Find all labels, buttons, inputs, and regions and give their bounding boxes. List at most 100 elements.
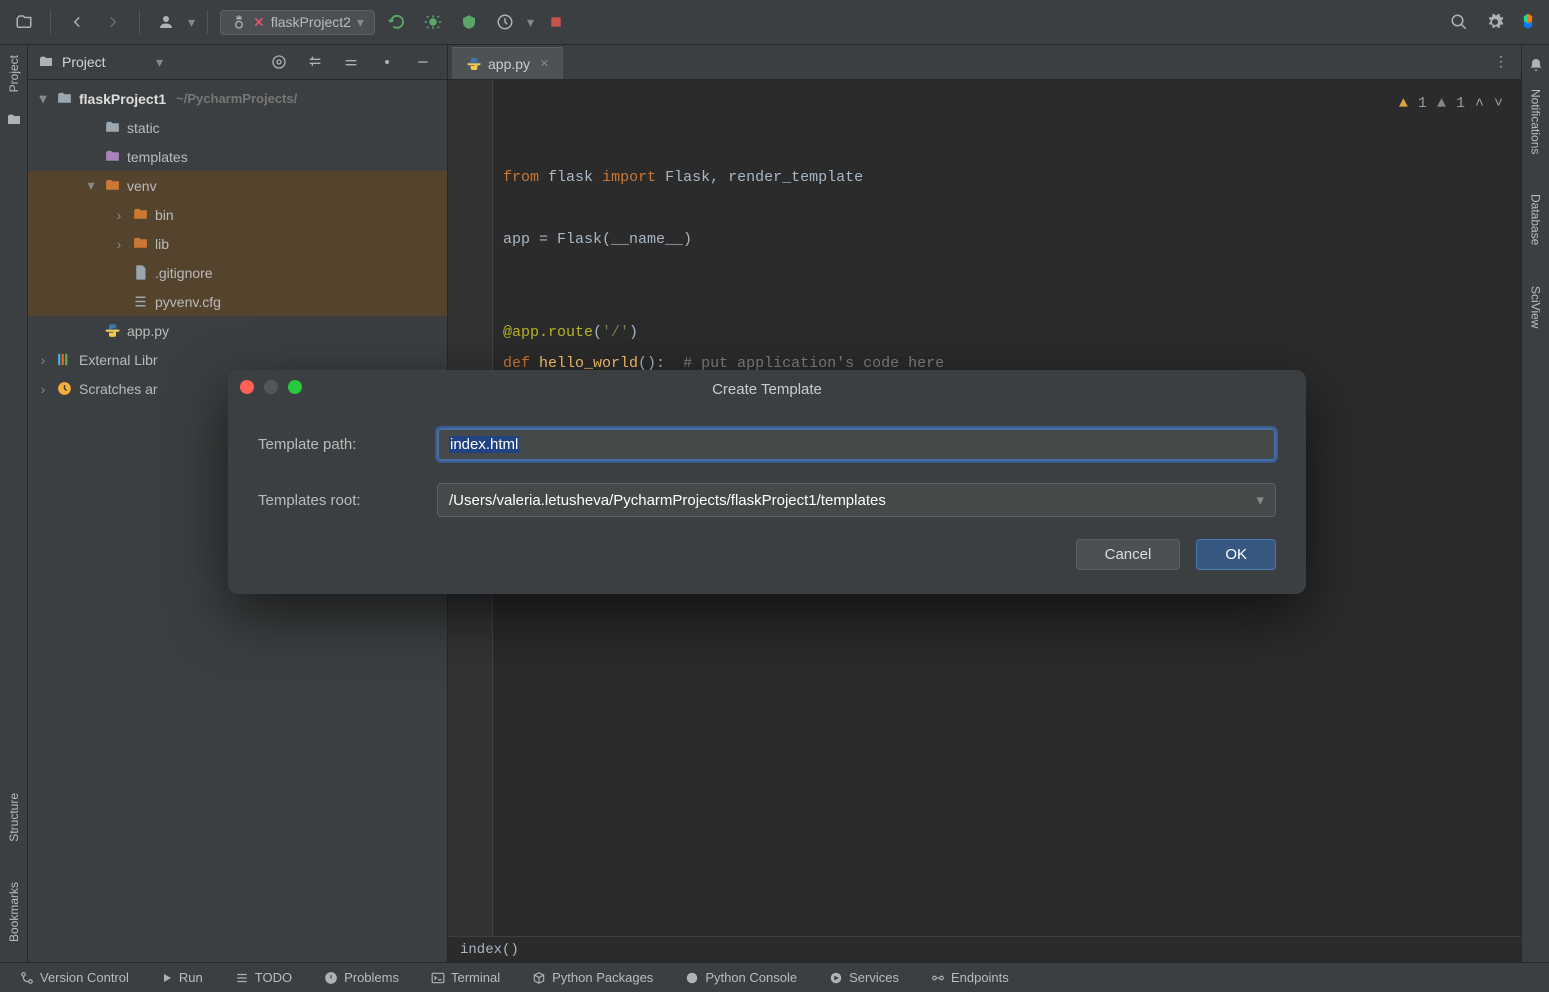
- ok-button[interactable]: OK: [1196, 539, 1276, 570]
- tree-label: .gitignore: [155, 265, 213, 281]
- folder-icon: [132, 235, 149, 252]
- chevron-right-icon: ›: [112, 236, 126, 252]
- bottom-toolbar: Version Control Run TODO Problems Termin…: [0, 962, 1549, 992]
- template-path-label: Template path:: [258, 436, 413, 453]
- services-button[interactable]: Services: [829, 970, 899, 985]
- cancel-button[interactable]: Cancel: [1076, 539, 1181, 570]
- tree-label: venv: [127, 178, 157, 194]
- prev-icon[interactable]: ˄: [1475, 88, 1484, 119]
- right-tool-gutter: Notifications Database SciView: [1521, 45, 1549, 962]
- search-icon[interactable]: [1445, 8, 1473, 36]
- folder-icon: [104, 148, 121, 165]
- user-icon[interactable]: [152, 8, 180, 36]
- folder-icon: [132, 206, 149, 223]
- separator: [207, 10, 208, 34]
- file-icon: [132, 293, 149, 310]
- profile-icon[interactable]: [491, 8, 519, 36]
- tree-folder-templates[interactable]: templates: [28, 142, 447, 171]
- tree-root-name: flaskProject1: [79, 91, 166, 107]
- chevron-right-icon: ›: [36, 352, 50, 368]
- tab-label: app.py: [488, 56, 530, 72]
- panel-title: Project: [62, 54, 148, 70]
- coverage-icon[interactable]: [455, 8, 483, 36]
- scratches-icon: [56, 380, 73, 397]
- close-icon[interactable]: ×: [540, 55, 549, 72]
- open-icon[interactable]: [10, 8, 38, 36]
- main-toolbar: ▾ ✕ flaskProject2 ▾ ▾: [0, 0, 1549, 45]
- tree-label: Scratches ar: [79, 381, 158, 397]
- tree-label: lib: [155, 236, 169, 252]
- folder-icon[interactable]: [0, 106, 28, 134]
- tree-label: pyvenv.cfg: [155, 294, 221, 310]
- templates-root-select[interactable]: /Users/valeria.letusheva/PycharmProjects…: [437, 483, 1276, 517]
- tree-root-path: ~/PycharmProjects/: [176, 91, 297, 106]
- folder-icon: [56, 90, 73, 107]
- tree-folder-venv[interactable]: ▾ venv: [28, 171, 447, 200]
- problems-button[interactable]: Problems: [324, 970, 399, 985]
- weak-warning-icon: ▲: [1437, 88, 1446, 119]
- breadcrumb-text: index(): [460, 942, 519, 958]
- settings-icon[interactable]: [1481, 8, 1509, 36]
- expand-all-icon[interactable]: [301, 48, 329, 76]
- chevron-down-icon[interactable]: ▾: [156, 54, 163, 71]
- python-file-icon: [104, 322, 121, 339]
- tree-folder-bin[interactable]: › bin: [28, 200, 447, 229]
- template-path-input[interactable]: index.html: [437, 428, 1276, 461]
- left-tool-gutter: Project Structure Bookmarks: [0, 45, 28, 962]
- back-icon[interactable]: [63, 8, 91, 36]
- tab-app-py[interactable]: app.py ×: [452, 47, 563, 79]
- run-config-dropdown[interactable]: ✕ flaskProject2 ▾: [220, 10, 375, 35]
- panel-header: Project ▾: [28, 45, 447, 80]
- database-tool-button[interactable]: Database: [1529, 184, 1543, 255]
- forward-icon[interactable]: [99, 8, 127, 36]
- tree-file-app[interactable]: app.py: [28, 316, 447, 345]
- rerun-icon[interactable]: [383, 8, 411, 36]
- tree-file-gitignore[interactable]: .gitignore: [28, 258, 447, 287]
- editor-breadcrumb[interactable]: index(): [448, 936, 1521, 962]
- jetbrains-icon[interactable]: [1517, 8, 1539, 36]
- next-icon[interactable]: ˅: [1494, 88, 1503, 119]
- python-file-icon: [466, 56, 482, 72]
- console-button[interactable]: Python Console: [685, 970, 797, 985]
- select-opened-icon[interactable]: [265, 48, 293, 76]
- minimize-window-icon[interactable]: [264, 380, 278, 394]
- structure-tool-button[interactable]: Structure: [7, 783, 21, 852]
- project-icon: [38, 54, 54, 70]
- version-control-button[interactable]: Version Control: [20, 970, 129, 985]
- inspections-widget[interactable]: ▲1 ▲1 ˄ ˅: [1399, 88, 1503, 119]
- tree-label: External Libr: [79, 352, 158, 368]
- tree-folder-static[interactable]: static: [28, 113, 447, 142]
- separator: [139, 10, 140, 34]
- weak-warning-count: 1: [1456, 88, 1465, 119]
- debug-icon[interactable]: [419, 8, 447, 36]
- chevron-down-icon: ▾: [1256, 491, 1264, 509]
- run-button[interactable]: Run: [161, 970, 203, 985]
- todo-button[interactable]: TODO: [235, 970, 292, 985]
- minimize-icon[interactable]: [409, 48, 437, 76]
- dialog-title: Create Template: [712, 381, 822, 398]
- close-window-icon[interactable]: [240, 380, 254, 394]
- notifications-tool-button[interactable]: Notifications: [1529, 79, 1543, 164]
- templates-root-label: Templates root:: [258, 492, 413, 509]
- tree-folder-lib[interactable]: › lib: [28, 229, 447, 258]
- folder-icon: [104, 119, 121, 136]
- chevron-down-icon: ▾: [84, 177, 98, 194]
- zoom-window-icon[interactable]: [288, 380, 302, 394]
- select-value: /Users/valeria.letusheva/PycharmProjects…: [449, 492, 886, 509]
- endpoints-button[interactable]: Endpoints: [931, 970, 1009, 985]
- tree-file-pyvenv[interactable]: pyvenv.cfg: [28, 287, 447, 316]
- bell-icon[interactable]: [1522, 51, 1549, 79]
- run-config-label: flaskProject2: [271, 14, 351, 30]
- tree-root[interactable]: ▾ flaskProject1 ~/PycharmProjects/: [28, 84, 447, 113]
- packages-button[interactable]: Python Packages: [532, 970, 653, 985]
- project-tool-button[interactable]: Project: [7, 45, 21, 102]
- panel-settings-icon[interactable]: [373, 48, 401, 76]
- collapse-all-icon[interactable]: [337, 48, 365, 76]
- file-icon: [132, 264, 149, 281]
- stop-icon[interactable]: [542, 8, 570, 36]
- terminal-button[interactable]: Terminal: [431, 970, 500, 985]
- dialog-titlebar[interactable]: Create Template: [228, 370, 1306, 408]
- sciview-tool-button[interactable]: SciView: [1529, 276, 1543, 338]
- tab-options-icon[interactable]: ⋮: [1487, 47, 1515, 75]
- bookmarks-tool-button[interactable]: Bookmarks: [7, 872, 21, 952]
